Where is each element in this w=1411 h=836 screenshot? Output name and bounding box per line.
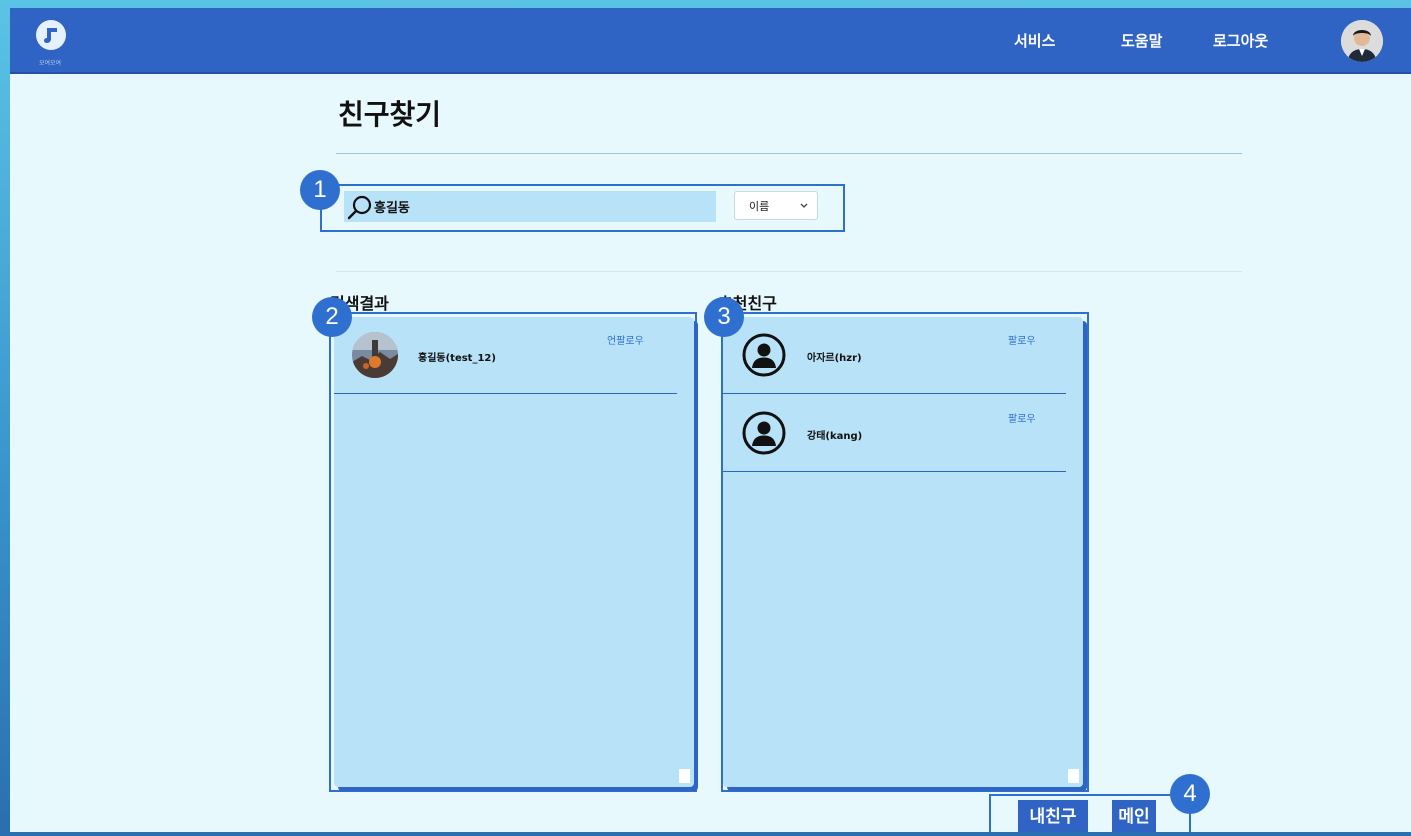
profile-avatar[interactable] [1341,20,1383,62]
list-item[interactable]: 홍길동(test_12) 언팔로우 [334,317,677,394]
friend-avatar [352,332,398,378]
scrollbar-thumb[interactable] [1068,769,1079,783]
user-avatar-icon [1341,20,1383,62]
friend-name: 강태(kang) [807,431,863,442]
my-friends-button[interactable]: 내친구 [1018,800,1088,832]
default-user-icon [741,332,787,378]
search-type-value: 이름 [749,199,770,213]
title-divider [336,153,1242,154]
friend-name: 아자르(hzr) [807,353,862,364]
search-icon [346,193,374,221]
search-input[interactable] [374,192,694,221]
friend-name: 홍길동(test_12) [418,353,496,364]
follow-link[interactable]: 팔로우 [1008,410,1036,425]
list-item[interactable]: 강태(kang) 팔로우 [723,395,1066,472]
top-navbar: 모여모여 서비스 도움말 로그아웃 [10,8,1411,74]
list-item[interactable]: 아자르(hzr) 팔로우 [723,317,1066,394]
nav-logout-link[interactable]: 로그아웃 [1213,30,1268,51]
music-note-icon [44,28,57,43]
search-results-panel[interactable]: 홍길동(test_12) 언팔로우 [334,317,694,787]
callout-badge-4: 4 [1170,774,1210,814]
callout-badge-2: 2 [312,297,352,337]
nav-help-link[interactable]: 도움말 [1121,30,1162,51]
app-logo[interactable] [36,20,66,50]
main-button[interactable]: 메인 [1112,800,1156,832]
chevron-down-icon [800,203,808,208]
follow-link[interactable]: 팔로우 [1008,332,1036,347]
recommended-friends-panel[interactable]: 아자르(hzr) 팔로우 강태(kang) 팔로우 [723,317,1083,787]
page-title: 친구찾기 [338,98,442,131]
search-bar[interactable] [344,191,716,222]
callout-badge-3: 3 [704,297,744,337]
default-user-icon [741,410,787,456]
search-type-select[interactable]: 이름 [734,191,818,220]
section-divider [336,271,1242,272]
page-frame: 모여모여 서비스 도움말 로그아웃 친구찾기 이름 [10,8,1411,832]
callout-badge-1: 1 [300,170,340,210]
nav-service-link[interactable]: 서비스 [1014,30,1055,51]
logo-text: 모여모여 [39,60,62,67]
scrollbar-thumb[interactable] [679,769,690,783]
unfollow-link[interactable]: 언팔로우 [607,332,644,347]
